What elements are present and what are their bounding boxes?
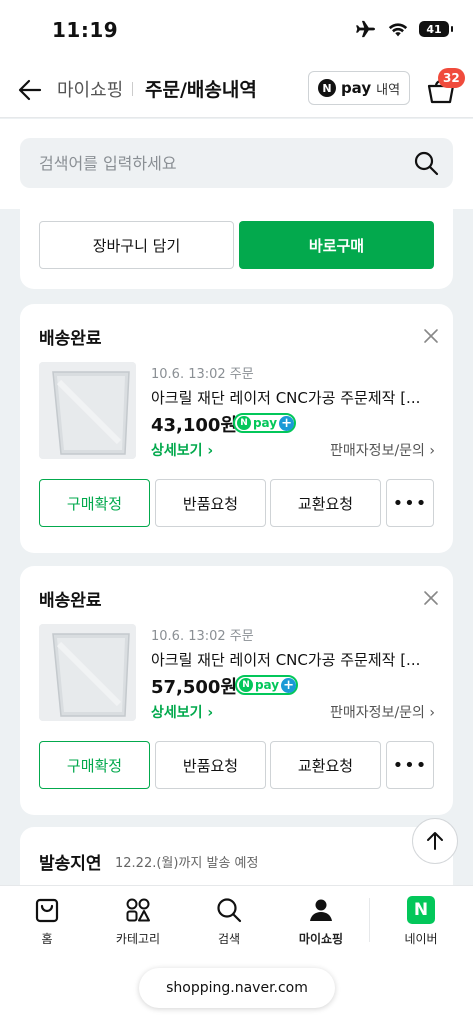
nav-home-label: 홈 — [41, 932, 53, 946]
chevron-right-icon: › — [207, 443, 214, 459]
nav-divider — [369, 898, 370, 942]
status-time: 11:19 — [52, 18, 119, 42]
plus-icon: + — [281, 677, 296, 693]
nav-myshopping-label: 마이쇼핑 — [298, 932, 344, 946]
npay-history-button[interactable]: N pay 내역 — [308, 71, 410, 105]
more-options-button[interactable]: ••• — [386, 479, 434, 527]
order-card: 배송완료 10.6. 13:02 주문 아크릴 재단 레이저 CNC가공 주문제… — [20, 304, 453, 553]
detail-link-label: 상세보기 — [151, 705, 203, 721]
bottom-navigation: 홈 카테고리 검색 마이쇼핑 N 네이버 shopping.naver.com — [0, 885, 473, 1024]
close-icon[interactable] — [423, 590, 439, 606]
npay-pay-text: pay — [254, 678, 280, 692]
npay-logo-icon: N — [239, 678, 253, 692]
order-status: 발송지연 — [39, 854, 102, 874]
nav-category[interactable]: 카테고리 — [98, 896, 178, 947]
nav-search[interactable]: 검색 — [189, 896, 269, 947]
return-request-button[interactable]: 반품요청 — [155, 479, 266, 527]
home-bag-icon — [35, 898, 59, 923]
order-price: 57,500원 — [151, 677, 238, 698]
purchase-actions-card: 장바구니 담기 바로구매 — [20, 209, 453, 289]
search-input[interactable] — [20, 138, 400, 188]
confirm-purchase-button[interactable]: 구매확정 — [39, 741, 150, 789]
npay-logo-icon: N — [317, 79, 336, 97]
nav-home[interactable]: 홈 — [7, 896, 87, 947]
product-name[interactable]: 아크릴 재단 레이저 CNC가공 주문제작 [... — [151, 649, 436, 670]
page-title: 주문/배송내역 — [145, 79, 257, 101]
nav-naver-label: 네이버 — [404, 932, 438, 946]
order-date: 10.6. 13:02 주문 — [151, 367, 254, 382]
scroll-to-top-button[interactable] — [412, 818, 458, 864]
npay-history-label: 내역 — [376, 82, 401, 98]
product-thumbnail[interactable] — [39, 362, 136, 459]
order-status: 배송완료 — [39, 329, 102, 349]
seller-info-link[interactable]: 판매자정보/문의 › — [330, 702, 435, 722]
exchange-request-button[interactable]: 교환요청 — [270, 479, 381, 527]
breadcrumb-divider — [132, 82, 133, 96]
plus-icon: + — [279, 415, 294, 431]
page-header: 마이쇼핑 주문/배송내역 N pay 내역 32 — [0, 62, 473, 118]
back-arrow-icon[interactable] — [14, 74, 46, 106]
order-status: 배송완료 — [39, 591, 102, 611]
close-icon[interactable] — [423, 328, 439, 344]
chevron-right-icon: › — [429, 443, 435, 459]
seller-info-link[interactable]: 판매자정보/문의 › — [330, 440, 435, 460]
shipping-eta: 12.22.(월)까지 발송 예정 — [115, 856, 259, 871]
detail-link[interactable]: 상세보기 › — [151, 440, 213, 460]
status-bar: 11:19 41 — [0, 0, 473, 62]
arrow-up-icon — [427, 832, 443, 850]
chevron-right-icon: › — [207, 705, 214, 721]
wifi-icon — [388, 23, 408, 37]
product-name[interactable]: 아크릴 재단 레이저 CNC가공 주문제작 [... — [151, 387, 436, 408]
npay-plus-badge: N pay + — [233, 413, 296, 433]
buy-now-button[interactable]: 바로구매 — [239, 221, 434, 269]
order-date: 10.6. 13:02 주문 — [151, 629, 254, 644]
npay-plus-badge: N pay + — [235, 675, 298, 695]
naver-logo-icon: N — [407, 896, 435, 924]
more-options-button[interactable]: ••• — [386, 741, 434, 789]
search-icon[interactable] — [413, 150, 439, 176]
chevron-right-icon: › — [429, 705, 435, 721]
return-request-button[interactable]: 반품요청 — [155, 741, 266, 789]
search-icon — [217, 898, 242, 923]
add-to-cart-button[interactable]: 장바구니 담기 — [39, 221, 234, 269]
product-thumbnail[interactable] — [39, 624, 136, 721]
seller-info-label: 판매자정보/문의 — [330, 705, 425, 721]
breadcrumb-myshopping[interactable]: 마이쇼핑 — [57, 76, 123, 102]
detail-link-label: 상세보기 — [151, 443, 203, 459]
search-box — [20, 138, 453, 188]
battery-icon: 41 — [419, 21, 453, 37]
seller-info-label: 판매자정보/문의 — [330, 443, 425, 459]
airplane-icon — [356, 20, 375, 38]
cart-count-badge: 32 — [438, 68, 465, 88]
exchange-request-button[interactable]: 교환요청 — [270, 741, 381, 789]
browser-url-bar[interactable]: shopping.naver.com — [139, 968, 335, 1008]
npay-pay-text: pay — [340, 79, 372, 97]
status-icons: 41 — [355, 20, 453, 38]
order-price: 43,100원 — [151, 415, 238, 436]
npay-pay-text: pay — [252, 416, 278, 430]
category-icon — [126, 898, 150, 922]
npay-logo-icon: N — [237, 416, 251, 430]
nav-naver[interactable]: N 네이버 — [381, 896, 461, 947]
nav-category-label: 카테고리 — [115, 932, 161, 946]
nav-search-label: 검색 — [217, 932, 241, 946]
search-section — [0, 119, 473, 209]
order-card: 배송완료 10.6. 13:02 주문 아크릴 재단 레이저 CNC가공 주문제… — [20, 566, 453, 815]
detail-link[interactable]: 상세보기 › — [151, 702, 213, 722]
person-icon — [310, 899, 332, 921]
nav-myshopping[interactable]: 마이쇼핑 — [281, 896, 361, 947]
confirm-purchase-button[interactable]: 구매확정 — [39, 479, 150, 527]
